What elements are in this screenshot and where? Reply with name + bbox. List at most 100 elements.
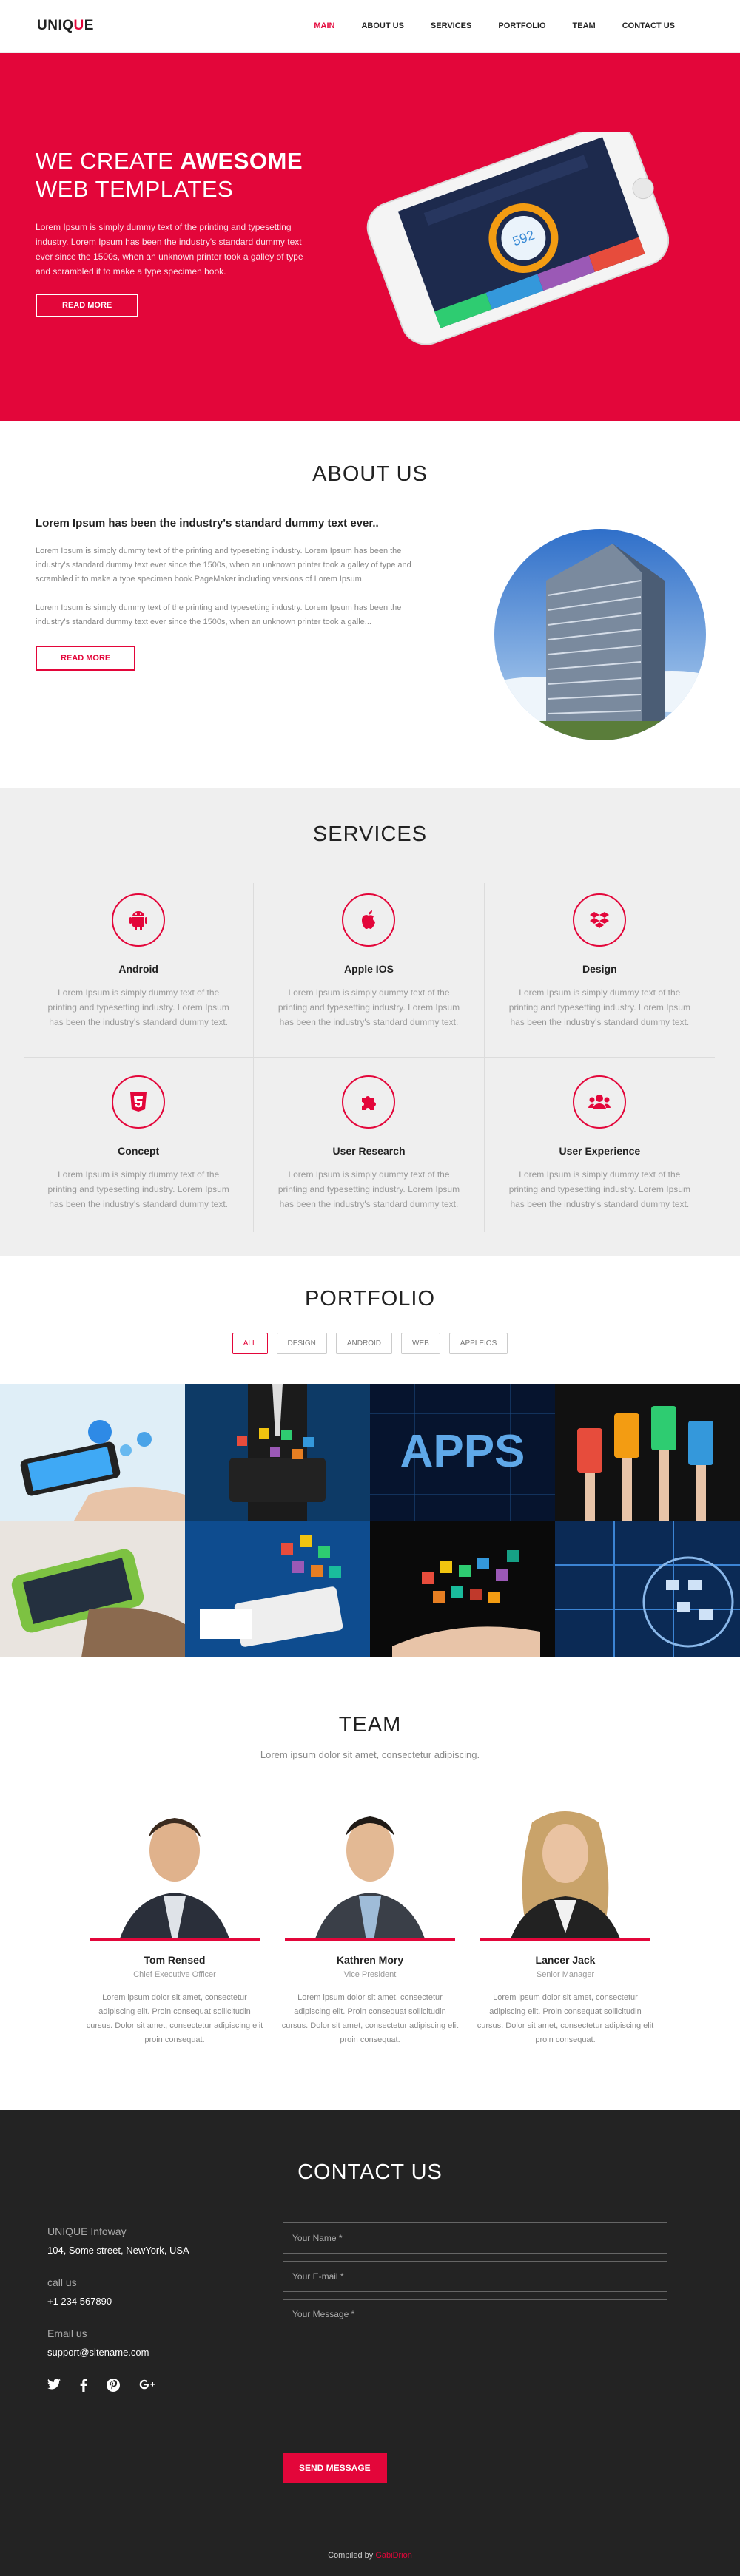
logo-text-end: E [84,18,94,33]
name-input[interactable] [283,2222,667,2254]
footer-author-link[interactable]: GabiDrion [375,2551,412,2560]
nav-portfolio[interactable]: PORTFOLIO [498,21,545,30]
android-icon [112,893,166,947]
google-plus-icon[interactable] [139,2379,155,2396]
portfolio-title: PORTFOLIO [304,1287,436,1311]
about-title: ABOUT US [312,462,428,486]
avatar [480,1793,650,1941]
nav-main[interactable]: MAIN [314,21,334,30]
service-name: User Research [332,1145,406,1157]
about-read-more-button[interactable]: READ MORE [36,646,136,671]
service-android: Android Lorem Ipsum is simply dummy text… [24,883,255,1058]
building-image [494,529,706,744]
service-design: Design Lorem Ipsum is simply dummy text … [484,883,715,1058]
member-role: Chief Executive Officer [133,1970,216,1979]
filter-web[interactable]: WEB [401,1333,440,1354]
service-desc: Lorem Ipsum is simply dummy text of the … [508,987,690,1027]
message-textarea[interactable] [283,2299,667,2435]
services-grid: Android Lorem Ipsum is simply dummy text… [24,883,715,1232]
email-label: Email us [47,2327,87,2339]
footer-credit: Compiled by GabiDrion [0,2551,740,2560]
users-icon [573,1075,627,1129]
contact-info: UNIQUE Infoway 104, Some street, NewYork… [47,2225,189,2396]
filter-android[interactable]: ANDROID [335,1333,392,1354]
service-user-experience: User Experience Lorem Ipsum is simply du… [485,1058,715,1232]
service-user-research: User Research Lorem Ipsum is simply dumm… [254,1058,485,1232]
service-desc: Lorem Ipsum is simply dummy text of the … [47,987,229,1027]
service-name: Android [118,963,158,975]
service-concept: Concept Lorem Ipsum is simply dummy text… [24,1058,255,1232]
email-input[interactable] [283,2261,667,2292]
nav-team[interactable]: TEAM [573,21,596,30]
dropbox-icon [573,893,627,947]
hero-section: WE CREATE AWESOME WEB TEMPLATES Lorem Ip… [0,53,740,421]
call-label: call us [47,2276,77,2288]
nav-contact-us[interactable]: CONTACT US [622,21,675,30]
portfolio-tile-network-icons[interactable] [555,1520,740,1657]
team-member-card: Tom Rensed Chief Executive Officer Lorem… [77,1793,272,2047]
team-title: TEAM [338,1713,402,1737]
pinterest-icon[interactable] [107,2379,120,2396]
apps-text: APPS [400,1426,525,1477]
service-desc: Lorem Ipsum is simply dummy text of the … [508,1169,690,1209]
about-section: ABOUT US Lorem Ipsum has been the indust… [0,421,740,788]
portfolio-tile-hand-phone[interactable] [0,1384,185,1521]
phone-number[interactable]: +1 234 567890 [47,2296,189,2307]
logo[interactable]: UNIQUE [37,18,94,34]
email-address[interactable]: support@sitename.com [47,2347,189,2358]
logo-text: UNIQ [37,18,74,33]
company-address: 104, Some street, NewYork, USA [47,2245,189,2256]
filter-design[interactable]: DESIGN [276,1333,327,1354]
portfolio-tile-apps-text[interactable]: APPS [370,1384,555,1521]
hero-title-pre: WE CREATE [36,148,174,174]
portfolio-section: PORTFOLIO ALL DESIGN ANDROID WEB APPLEIO… [0,1256,740,1657]
twitter-icon[interactable] [47,2379,61,2396]
company-label: UNIQUE Infoway [47,2225,127,2237]
facebook-icon[interactable] [80,2379,87,2396]
about-paragraph-1: Lorem Ipsum is simply dummy text of the … [36,547,411,584]
hero-title-bold: AWESOME [180,148,303,174]
team-member-card: Kathren Mory Vice President Lorem ipsum … [272,1793,468,2047]
contact-section: CONTACT US UNIQUE Infoway 104, Some stre… [0,2110,740,2576]
top-nav: UNIQUE MAIN ABOUT US SERVICES PORTFOLIO … [0,0,740,53]
filter-all[interactable]: ALL [232,1333,268,1354]
hero-description: Lorem Ipsum is simply dummy text of the … [36,222,303,277]
service-name: Design [582,963,617,975]
main-menu: MAIN ABOUT US SERVICES PORTFOLIO TEAM CO… [287,21,675,30]
service-name: Apple IOS [344,963,394,975]
service-desc: Lorem Ipsum is simply dummy text of the … [278,987,460,1027]
about-text: Lorem Ipsum has been the industry's stan… [36,517,420,671]
services-section: SERVICES Android Lorem Ipsum is simply d… [0,788,740,1256]
team-section: TEAM Lorem ipsum dolor sit amet, consect… [0,1657,740,2110]
nav-services[interactable]: SERVICES [431,21,471,30]
avatar [90,1793,260,1941]
member-desc: Lorem ipsum dolor sit amet, consectetur … [86,1993,263,2044]
nav-about-us[interactable]: ABOUT US [361,21,403,30]
hero-title: WE CREATE AWESOME WEB TEMPLATES [36,147,309,203]
member-name: Kathren Mory [336,1954,404,1966]
phone-image: 592 [358,122,670,354]
portfolio-tile-hands-phones[interactable] [555,1384,740,1521]
hero-read-more-button[interactable]: READ MORE [36,294,139,317]
portfolio-tile-hand-icons[interactable] [370,1520,555,1657]
member-desc: Lorem ipsum dolor sit amet, consectetur … [477,1993,654,2044]
portfolio-tile-green-phone[interactable] [0,1520,185,1657]
avatar [285,1793,455,1941]
puzzle-icon [342,1075,396,1129]
portfolio-tile-tablet-apps[interactable] [185,1520,370,1657]
filter-appleios[interactable]: APPLEIOS [448,1333,508,1354]
portfolio-gallery: APPS [0,1384,740,1657]
footer-compiled-by: Compiled by [328,2551,374,2560]
member-role: Senior Manager [536,1970,595,1979]
member-name: Lancer Jack [535,1954,596,1966]
member-role: Vice President [343,1970,397,1979]
send-message-button[interactable]: SEND MESSAGE [283,2453,387,2483]
portfolio-filters: ALL DESIGN ANDROID WEB APPLEIOS [0,1333,740,1354]
member-name: Tom Rensed [144,1954,206,1966]
logo-accent: U [73,18,84,33]
member-desc: Lorem ipsum dolor sit amet, consectetur … [281,1993,459,2044]
service-name: Concept [118,1145,160,1157]
apple-icon [342,893,396,947]
portfolio-tile-businessman-apps[interactable] [185,1384,370,1521]
services-title: SERVICES [312,822,428,846]
